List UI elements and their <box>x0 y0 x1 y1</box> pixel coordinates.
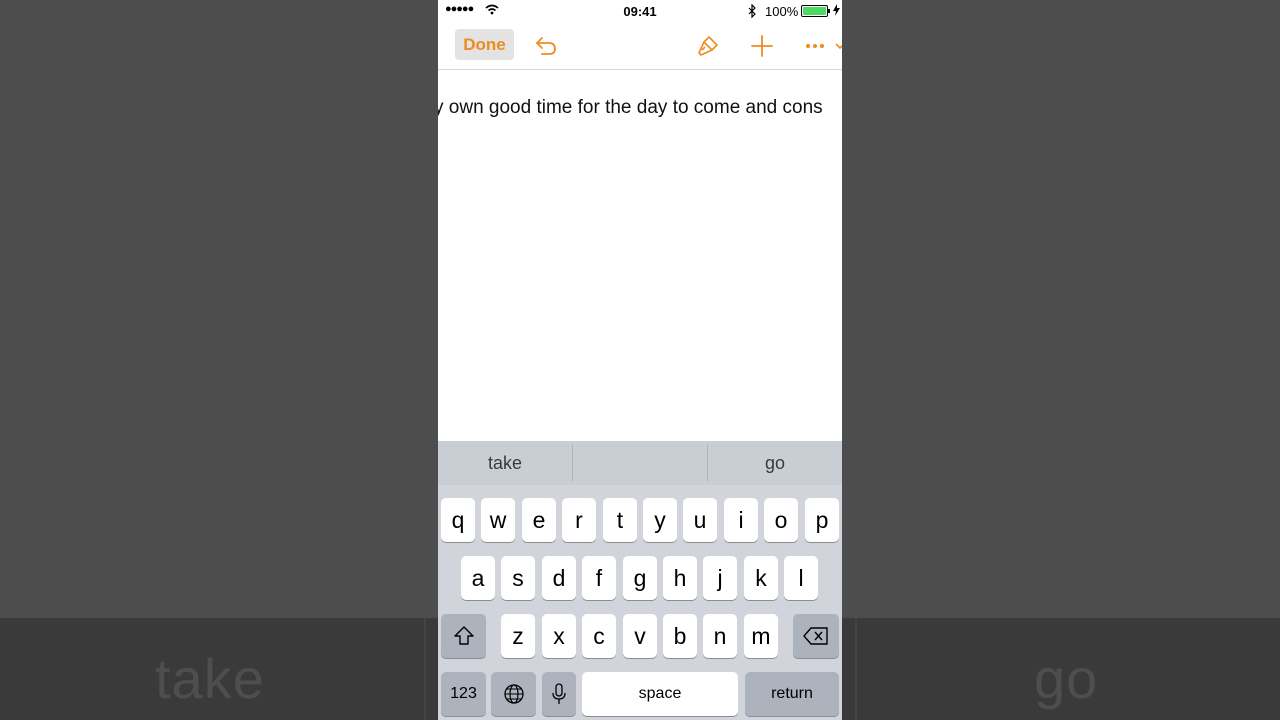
key-l[interactable]: l <box>784 556 818 600</box>
globe-key[interactable] <box>491 672 536 716</box>
numbers-key[interactable]: 123 <box>441 672 486 716</box>
background-divider <box>855 618 857 720</box>
battery-icon <box>801 5 828 17</box>
key-q[interactable]: q <box>441 498 475 542</box>
more-icon[interactable] <box>802 33 828 59</box>
format-brush-icon[interactable] <box>695 33 721 59</box>
charging-icon <box>833 4 840 16</box>
status-bar: ●●●●● 09:41 100% <box>438 0 842 22</box>
key-n[interactable]: n <box>703 614 737 658</box>
space-key[interactable]: space <box>582 672 738 716</box>
key-m[interactable]: m <box>744 614 778 658</box>
key-o[interactable]: o <box>764 498 798 542</box>
key-x[interactable]: x <box>542 614 576 658</box>
microphone-icon <box>552 683 566 704</box>
key-d[interactable]: d <box>542 556 576 600</box>
key-y[interactable]: y <box>643 498 677 542</box>
battery-tip <box>828 9 830 13</box>
bluetooth-icon <box>748 4 756 18</box>
key-t[interactable]: t <box>603 498 637 542</box>
keyboard: take go q w e r t y u i o p a s d f g h … <box>438 441 842 720</box>
chevron-down-icon[interactable] <box>834 33 842 59</box>
backspace-icon <box>803 627 828 645</box>
background-word-right: go <box>1034 647 1099 710</box>
suggestion-middle[interactable] <box>573 441 707 485</box>
background-word-left: take <box>155 647 265 710</box>
key-b[interactable]: b <box>663 614 697 658</box>
key-g[interactable]: g <box>623 556 657 600</box>
shift-key[interactable] <box>441 614 486 658</box>
battery-percentage: 100% <box>765 4 799 19</box>
dictation-key[interactable] <box>542 672 576 716</box>
shift-icon <box>453 626 474 645</box>
key-h[interactable]: h <box>663 556 697 600</box>
key-z[interactable]: z <box>501 614 535 658</box>
return-key[interactable]: return <box>745 672 839 716</box>
done-button[interactable]: Done <box>455 29 514 60</box>
phone-screen: ●●●●● 09:41 100% Done y own good time fo… <box>438 0 842 720</box>
delete-key[interactable] <box>793 614 839 658</box>
undo-icon[interactable] <box>533 33 559 59</box>
key-v[interactable]: v <box>623 614 657 658</box>
add-icon[interactable] <box>749 33 775 59</box>
key-r[interactable]: r <box>562 498 596 542</box>
key-f[interactable]: f <box>582 556 616 600</box>
suggestion-bar: take go <box>438 441 842 485</box>
key-c[interactable]: c <box>582 614 616 658</box>
key-k[interactable]: k <box>744 556 778 600</box>
key-w[interactable]: w <box>481 498 515 542</box>
suggestion-left[interactable]: take <box>438 441 572 485</box>
key-s[interactable]: s <box>501 556 535 600</box>
toolbar: Done <box>438 22 842 70</box>
background-divider <box>424 618 426 720</box>
key-i[interactable]: i <box>724 498 758 542</box>
key-a[interactable]: a <box>461 556 495 600</box>
key-u[interactable]: u <box>683 498 717 542</box>
globe-icon <box>503 684 524 704</box>
suggestion-right[interactable]: go <box>708 441 842 485</box>
key-e[interactable]: e <box>522 498 556 542</box>
key-p[interactable]: p <box>805 498 839 542</box>
key-j[interactable]: j <box>703 556 737 600</box>
document-text[interactable]: y own good time for the day to come and … <box>438 97 823 119</box>
